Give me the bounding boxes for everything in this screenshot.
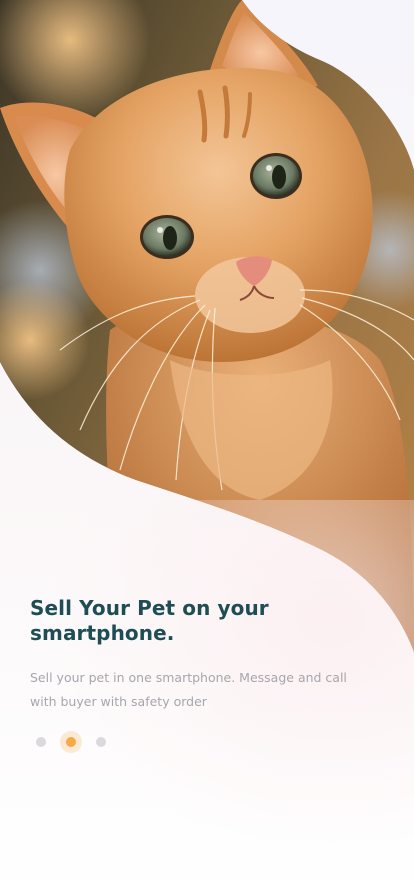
- title-line-1: Sell Your Pet on your: [30, 596, 269, 620]
- cat-hero-image: [0, 0, 414, 652]
- onboarding-description: Sell your pet in one smartphone. Message…: [30, 666, 370, 714]
- onboarding-title: Sell Your Pet on your smartphone.: [30, 596, 370, 646]
- page-dot-3[interactable]: [96, 737, 106, 747]
- onboarding-content: Sell Your Pet on your smartphone. Sell y…: [30, 596, 370, 714]
- page-dot-2-active[interactable]: [60, 731, 82, 753]
- onboarding-screen: Sell Your Pet on your smartphone. Sell y…: [0, 0, 414, 896]
- title-line-2: smartphone.: [30, 621, 175, 645]
- page-indicator: [30, 730, 120, 754]
- description-line-2: with buyer with safety order: [30, 694, 207, 709]
- page-dot-1[interactable]: [36, 737, 46, 747]
- description-line-1: Sell your pet in one smartphone. Message…: [30, 670, 347, 685]
